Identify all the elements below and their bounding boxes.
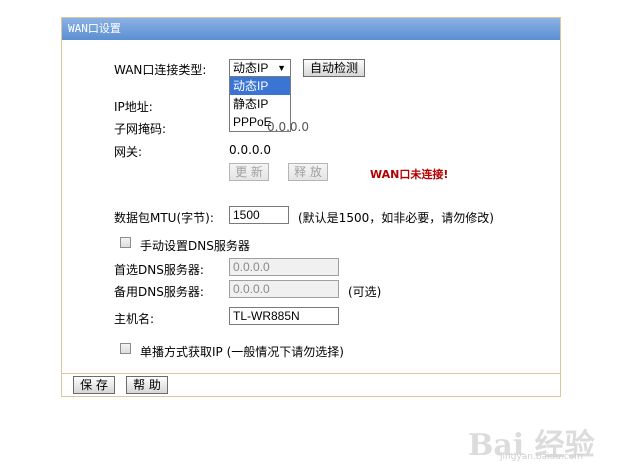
baidu-watermark-url: jingyan.baidu.com: [500, 452, 584, 462]
mtu-input[interactable]: 1500: [229, 206, 289, 224]
auto-detect-button[interactable]: 自动检测: [303, 59, 365, 77]
conn-type-select[interactable]: 动态IP ▼: [229, 59, 291, 77]
conn-type-value: 动态IP: [233, 61, 269, 75]
gateway-label: 网关:: [114, 145, 143, 159]
mask-label: 子网掩码:: [114, 122, 167, 136]
help-button[interactable]: 帮 助: [126, 376, 168, 394]
unicast-label: 单播方式获取IP (一般情况下请勿选择): [140, 345, 344, 359]
manual-dns-label: 手动设置DNS服务器: [140, 239, 250, 253]
option-dynamic-ip[interactable]: 动态IP: [230, 77, 290, 95]
unicast-checkbox[interactable]: [120, 343, 131, 354]
wan-status-warning: WAN口未连接!: [370, 168, 449, 181]
footer-bar: 保 存 帮 助: [62, 373, 560, 396]
dns1-input[interactable]: 0.0.0.0: [229, 258, 339, 276]
gateway-value: 0.0.0.0: [229, 143, 271, 157]
dns2-hint: (可选): [348, 285, 382, 299]
dns1-label: 首选DNS服务器:: [114, 263, 204, 277]
mtu-hint: (默认是1500，如非必要，请勿修改): [298, 211, 494, 225]
option-static-ip[interactable]: 静态IP: [230, 95, 290, 113]
dns2-label: 备用DNS服务器:: [114, 285, 204, 299]
hostname-input[interactable]: TL-WR885N: [229, 307, 339, 325]
save-button[interactable]: 保 存: [73, 376, 115, 394]
panel-title: WAN口设置: [62, 18, 560, 40]
mtu-label: 数据包MTU(字节):: [114, 211, 214, 225]
hostname-label: 主机名:: [114, 312, 155, 326]
wan-settings-panel: WAN口设置 WAN口连接类型: 动态IP ▼ 自动检测 动态IP 静态IP P…: [61, 17, 561, 397]
chevron-down-icon: ▼: [277, 63, 286, 73]
ip-label: IP地址:: [114, 100, 153, 114]
dns2-input[interactable]: 0.0.0.0: [229, 280, 339, 298]
manual-dns-checkbox[interactable]: [120, 237, 131, 248]
release-button[interactable]: 释 放: [288, 163, 328, 181]
mask-value: 0.0.0.0: [267, 120, 309, 134]
conn-type-label: WAN口连接类型:: [114, 63, 207, 77]
renew-button[interactable]: 更 新: [229, 163, 269, 181]
